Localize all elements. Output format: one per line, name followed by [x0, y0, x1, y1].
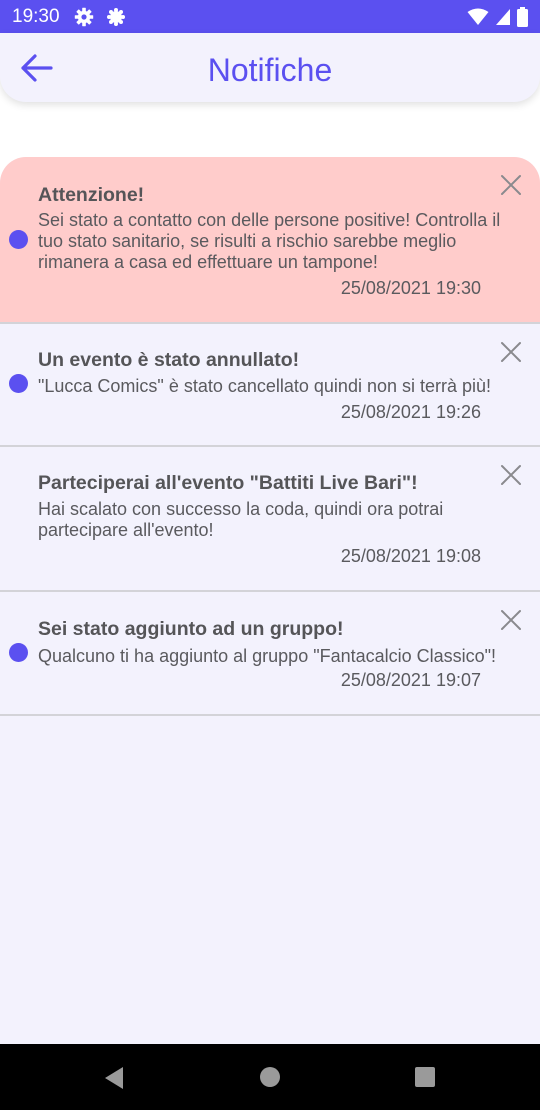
notification-body: Hai scalato con successo la coda, quindi…: [38, 499, 444, 540]
battery-icon: [517, 7, 528, 27]
notification-title: Un evento è stato annullato!: [38, 349, 300, 371]
notification-body: "Lucca Comics" è stato cancellato quindi…: [38, 376, 492, 396]
notification-body: Sei stato a contatto con delle persone p…: [38, 210, 501, 272]
signal-icon: [495, 8, 511, 26]
notification-item[interactable]: Un evento è stato annullato! "Lucca Comi…: [0, 324, 540, 447]
notification-body: Qualcuno ti ha aggiunto al gruppo "Fanta…: [38, 646, 497, 666]
unread-dot-icon: [9, 374, 28, 393]
home-circle-icon[interactable]: [259, 1066, 281, 1093]
notification-date: 25/08/2021 19:26: [340, 402, 481, 422]
recents-square-icon[interactable]: [414, 1066, 436, 1093]
notification-item[interactable]: Sei stato aggiunto ad un gruppo! Qualcun…: [0, 592, 540, 716]
close-icon[interactable]: [499, 173, 523, 197]
status-bar: 19:30: [0, 0, 540, 33]
notification-item[interactable]: Parteciperai all'evento "Battiti Live Ba…: [0, 447, 540, 592]
notification-date: 25/08/2021 19:07: [340, 670, 481, 690]
close-icon[interactable]: [499, 340, 523, 364]
settings-icon: [106, 7, 126, 27]
back-triangle-icon[interactable]: [103, 1066, 125, 1095]
unread-dot-icon: [9, 643, 28, 662]
notification-date: 25/08/2021 19:08: [340, 546, 481, 566]
gear-icon: [74, 7, 94, 27]
notification-item[interactable]: Attenzione! Sei stato a contatto con del…: [0, 157, 540, 324]
system-nav-bar: [0, 1044, 540, 1110]
notification-date: 25/08/2021 19:30: [340, 278, 481, 298]
status-time: 19:30: [12, 6, 60, 27]
unread-dot-icon: [9, 230, 28, 249]
notification-title: Sei stato aggiunto ad un gruppo!: [38, 618, 344, 640]
close-icon[interactable]: [499, 463, 523, 487]
close-icon[interactable]: [499, 608, 523, 632]
wifi-icon: [467, 8, 489, 26]
app-bar: Notifiche: [0, 33, 540, 102]
page-title: Notifiche: [207, 52, 333, 88]
notifications-list: Attenzione! Sei stato a contatto con del…: [0, 157, 540, 1044]
notification-title: Attenzione!: [38, 184, 145, 206]
notification-title: Parteciperai all'evento "Battiti Live Ba…: [38, 472, 418, 494]
